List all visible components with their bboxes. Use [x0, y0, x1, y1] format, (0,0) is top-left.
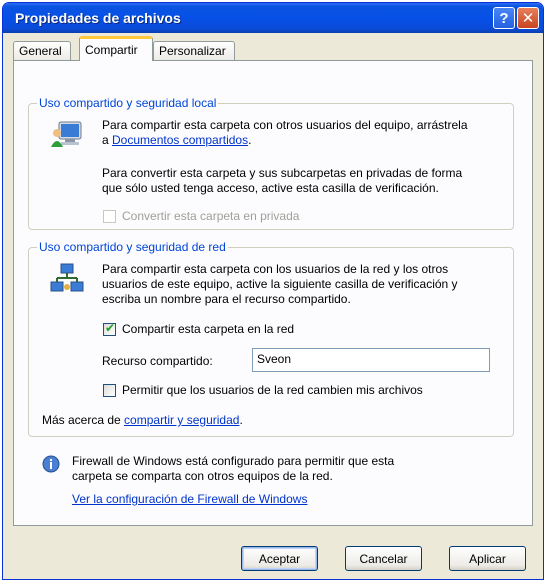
local-text-1c: .: [248, 133, 252, 147]
allow-changes-checkbox-label: Permitir que los usuarios de la red camb…: [122, 383, 423, 397]
local-sharing-legend: Uso compartido y seguridad local: [37, 96, 219, 110]
apply-button[interactable]: Aplicar: [449, 546, 526, 571]
local-text-1b-line: a Documentos compartidos.: [102, 132, 251, 148]
network-text-2: usuarios de este equipo, active la sigui…: [102, 277, 458, 291]
close-button[interactable]: ✕: [517, 7, 539, 29]
shared-documents-link[interactable]: Documentos compartidos: [112, 133, 248, 147]
share-network-checkbox[interactable]: ✔: [103, 321, 116, 336]
tab-personalizar[interactable]: Personalizar: [153, 41, 235, 60]
local-text-1b: a: [102, 133, 113, 147]
more-about-end: .: [239, 413, 243, 427]
more-about-line: Más acerca de compartir y seguridad.: [42, 412, 243, 428]
tab-general[interactable]: General: [13, 41, 71, 60]
info-icon: [42, 455, 60, 473]
network-sharing-legend: Uso compartido y seguridad de red: [37, 240, 228, 254]
ok-button[interactable]: Aceptar: [241, 546, 318, 571]
local-text-1: Para compartir esta carpeta con otros us…: [102, 118, 468, 132]
computer-users-icon: [51, 121, 82, 147]
network-text-3: escriba un nombre para el recurso compar…: [102, 292, 351, 306]
local-text-2b: que sólo usted tenga acceso, active esta…: [102, 181, 439, 195]
firewall-text-2: carpeta se comparta con otros equipos de…: [72, 469, 333, 483]
allow-changes-checkbox[interactable]: [103, 384, 116, 397]
title-bar[interactable]: Propiedades de archivos ? ✕: [3, 3, 543, 33]
checkmark-icon: ✔: [105, 321, 116, 335]
more-about-text: Más acerca de: [42, 413, 125, 427]
help-icon: ?: [499, 9, 509, 27]
private-checkbox-label: Convertir esta carpeta en privada: [122, 209, 300, 223]
properties-dialog: Propiedades de archivos ? ✕ General Comp…: [2, 2, 544, 580]
network-text-1: Para compartir esta carpeta con los usua…: [102, 262, 449, 276]
help-button[interactable]: ?: [493, 7, 515, 29]
share-network-checkbox-label: Compartir esta carpeta en la red: [122, 322, 295, 336]
local-text-2a: Para convertir esta carpeta y sus subcar…: [102, 166, 463, 180]
close-icon: ✕: [521, 10, 535, 27]
private-checkbox[interactable]: [103, 210, 116, 223]
share-name-label: Recurso compartido:: [102, 354, 213, 368]
tab-compartir[interactable]: Compartir: [79, 36, 153, 61]
tab-panel-compartir: Uso compartido y seguridad local Para co…: [13, 60, 533, 526]
firewall-settings-link[interactable]: Ver la configuración de Firewall de Wind…: [72, 491, 307, 507]
window-title: Propiedades de archivos: [15, 10, 181, 26]
share-name-input[interactable]: Sveon: [252, 348, 490, 372]
firewall-text-1: Firewall de Windows está configurado par…: [72, 454, 395, 468]
cancel-button[interactable]: Cancelar: [345, 546, 422, 571]
network-share-icon: [50, 263, 84, 292]
sharing-security-link[interactable]: compartir y seguridad: [124, 413, 239, 427]
